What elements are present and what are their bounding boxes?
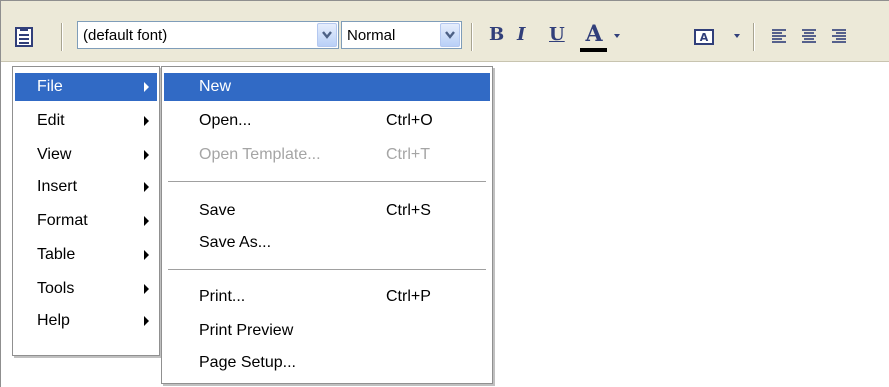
- menu-item-label: Table: [37, 246, 76, 263]
- toolbar: (default font) Normal B I U A A: [1, 1, 889, 62]
- font-select-value: (default font): [83, 27, 168, 44]
- file-menu-item-save[interactable]: Save Ctrl+S: [164, 197, 490, 225]
- font-color-swatch: [580, 48, 607, 52]
- underline-button[interactable]: U: [549, 24, 565, 50]
- italic-button[interactable]: I: [517, 24, 525, 50]
- main-menu-item-view[interactable]: View: [15, 141, 157, 169]
- main-menu-item-table[interactable]: Table: [15, 241, 157, 269]
- toolbar-separator: [753, 23, 755, 51]
- file-menu-item-open[interactable]: Open... Ctrl+O: [164, 107, 490, 135]
- menu-separator: [168, 269, 486, 271]
- menu-item-label: Open...: [199, 112, 252, 129]
- menu-icon: [15, 27, 33, 47]
- main-menu: File Edit View Insert Format Table Tools…: [12, 66, 160, 356]
- file-menu-item-page-setup[interactable]: Page Setup...: [164, 349, 490, 377]
- align-right-icon[interactable]: [831, 29, 847, 43]
- main-menu-item-help[interactable]: Help: [15, 307, 157, 335]
- menu-item-label: New: [199, 78, 232, 95]
- toolbar-separator: [61, 23, 63, 51]
- menu-item-label: File: [37, 78, 63, 95]
- main-menu-item-insert[interactable]: Insert: [15, 173, 157, 201]
- font-select[interactable]: (default font): [77, 21, 339, 49]
- menu-item-shortcut: Ctrl+T: [386, 146, 430, 163]
- menu-item-shortcut: Ctrl+P: [386, 288, 431, 305]
- menu-item-label: Help: [37, 312, 70, 329]
- menu-item-label: Print Preview: [199, 322, 294, 339]
- highlight-icon: A: [694, 28, 714, 45]
- submenu-arrow-icon: [144, 116, 149, 126]
- file-menu-item-save-as[interactable]: Save As...: [164, 229, 490, 257]
- font-color-dropdown-icon[interactable]: [614, 34, 620, 38]
- font-select-dropdown[interactable]: [317, 23, 337, 47]
- file-menu-item-print[interactable]: Print... Ctrl+P: [164, 283, 490, 311]
- submenu-arrow-icon: [144, 284, 149, 294]
- file-menu-item-print-preview[interactable]: Print Preview: [164, 317, 490, 345]
- toolbar-separator: [471, 23, 473, 51]
- menu-item-label: View: [37, 146, 72, 163]
- file-menu-item-new[interactable]: New: [164, 73, 490, 101]
- main-menu-item-format[interactable]: Format: [15, 207, 157, 235]
- menu-item-label: Insert: [37, 178, 78, 195]
- submenu-arrow-icon: [144, 316, 149, 326]
- submenu-arrow-icon: [144, 82, 149, 92]
- menu-item-label: Tools: [37, 280, 75, 297]
- chevron-down-icon: [322, 31, 332, 39]
- size-select[interactable]: Normal: [341, 21, 462, 49]
- submenu-arrow-icon: [144, 182, 149, 192]
- menu-item-label: Page Setup...: [199, 354, 296, 371]
- size-select-value: Normal: [347, 27, 396, 44]
- menu-button[interactable]: [13, 26, 35, 48]
- main-menu-item-tools[interactable]: Tools: [15, 275, 157, 303]
- submenu-arrow-icon: [144, 150, 149, 160]
- menu-item-label: Save As...: [199, 234, 272, 251]
- main-menu-item-file[interactable]: File: [15, 73, 157, 101]
- menu-item-label: Print...: [199, 288, 246, 305]
- menu-item-label: Edit: [37, 112, 65, 129]
- align-left-icon[interactable]: [771, 29, 787, 43]
- file-menu-item-open-template: Open Template... Ctrl+T: [164, 141, 490, 169]
- chevron-down-icon: [445, 31, 455, 39]
- bold-button[interactable]: B: [489, 24, 504, 50]
- align-center-icon[interactable]: [801, 29, 817, 43]
- size-select-dropdown[interactable]: [440, 23, 460, 47]
- menu-item-label: Format: [37, 212, 88, 229]
- menu-item-shortcut: Ctrl+S: [386, 202, 431, 219]
- highlight-button[interactable]: A: [691, 26, 717, 48]
- file-submenu: New Open... Ctrl+O Open Template... Ctrl…: [161, 66, 493, 384]
- menu-item-label: Save: [199, 202, 236, 219]
- menu-separator: [168, 181, 486, 183]
- font-color-button[interactable]: A: [579, 21, 609, 47]
- submenu-arrow-icon: [144, 250, 149, 260]
- svg-text:A: A: [700, 31, 709, 44]
- menu-item-label: Open Template...: [199, 146, 321, 163]
- main-menu-item-edit[interactable]: Edit: [15, 107, 157, 135]
- submenu-arrow-icon: [144, 216, 149, 226]
- highlight-dropdown-icon[interactable]: [734, 34, 740, 38]
- menu-item-shortcut: Ctrl+O: [386, 112, 433, 129]
